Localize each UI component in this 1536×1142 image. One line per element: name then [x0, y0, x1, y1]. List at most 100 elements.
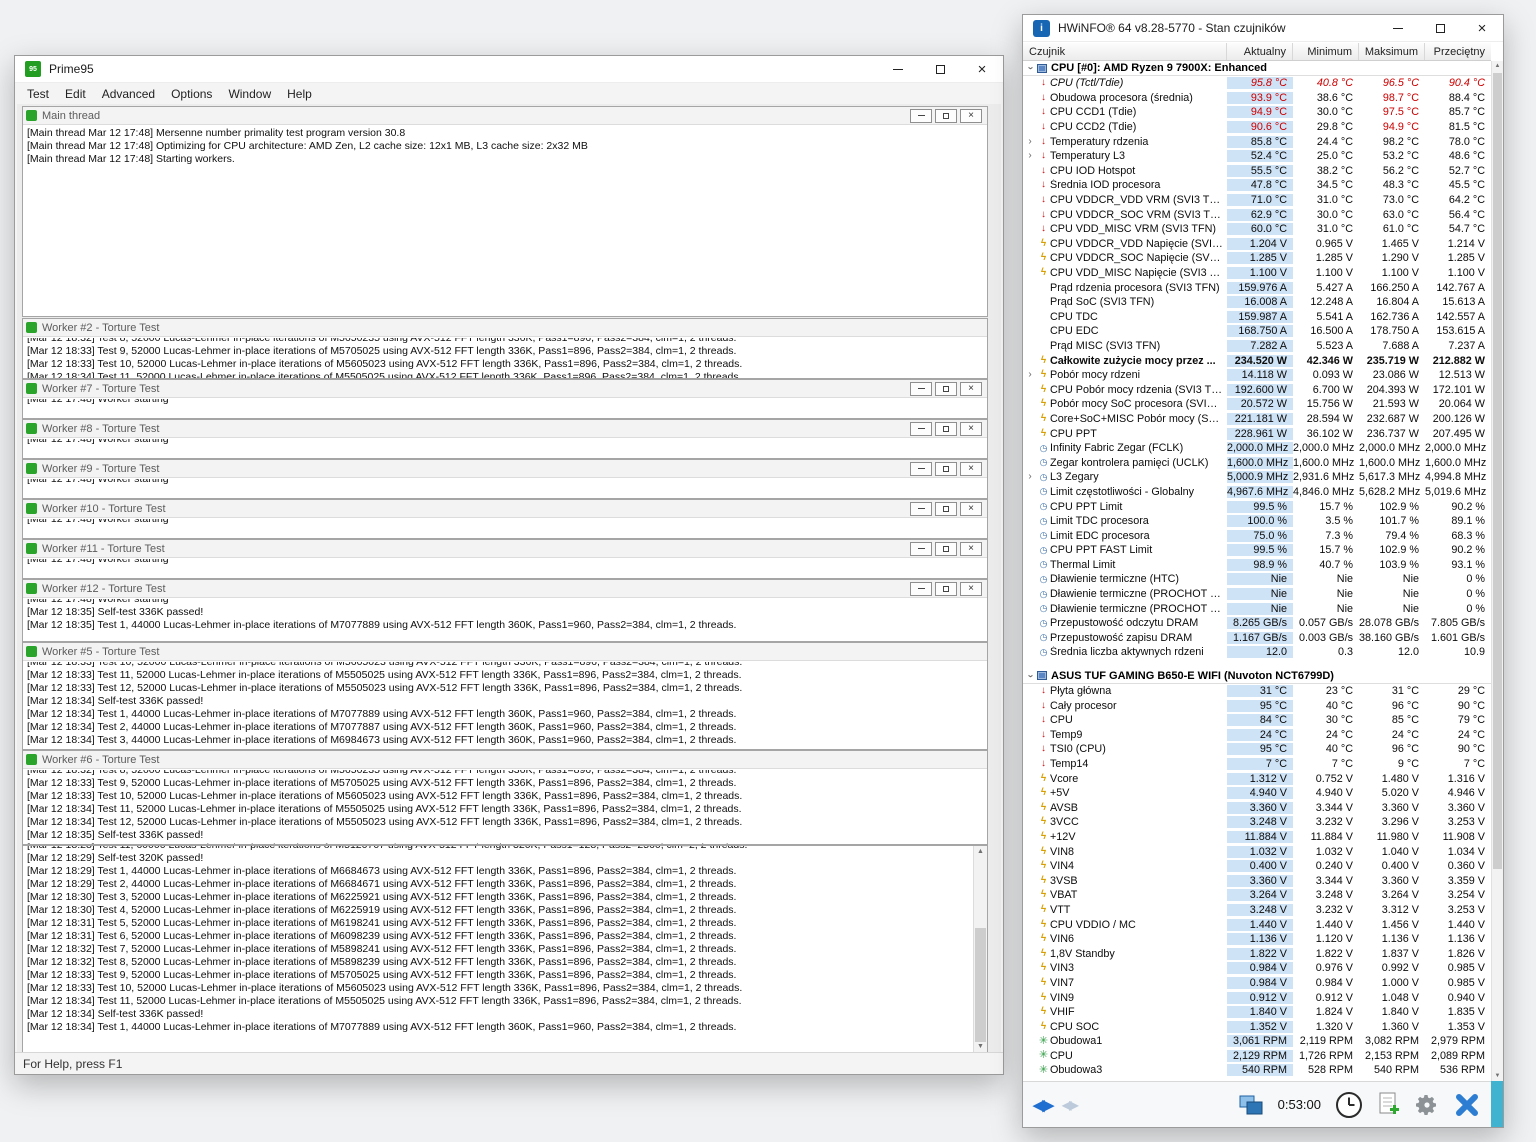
sensor-row[interactable]: ↓Płyta główna31 °C23 °C31 °C29 °C	[1023, 684, 1491, 699]
menu-help[interactable]: Help	[279, 86, 320, 102]
child-window-worker-10[interactable]: Worker #10 - Torture Test × [Mar 12 17:4…	[22, 499, 988, 539]
sensor-row[interactable]: ↓CPU VDDCR_SOC VRM (SVI3 TFN)62.9 °C30.0…	[1023, 207, 1491, 222]
menu-advanced[interactable]: Advanced	[94, 86, 163, 102]
sensor-row[interactable]: ✳Obudowa13,061 RPM2,119 RPM3,082 RPM2,97…	[1023, 1034, 1491, 1049]
sensor-row[interactable]: ϟVIN30.984 V0.976 V0.992 V0.985 V	[1023, 961, 1491, 976]
scroll-down-icon[interactable]: ▼	[1492, 1073, 1503, 1079]
sensor-row[interactable]: ◷Dławienie termiczne (PROCHOT CP...NieNi…	[1023, 587, 1491, 602]
child-window-worker-7[interactable]: Worker #7 - Torture Test × [Mar 12 17:48…	[22, 379, 988, 419]
sensor-row[interactable]: ϟCPU VDDCR_SOC Napięcie (SVI3 T...1.285 …	[1023, 251, 1491, 266]
menu-test[interactable]: Test	[19, 86, 57, 102]
child-restore-button[interactable]	[935, 502, 957, 516]
sensor-row[interactable]: CPU EDC168.750 A16.500 A178.750 A153.615…	[1023, 324, 1491, 339]
sensor-row[interactable]: ϟCPU VDDIO / MC1.440 V1.440 V1.456 V1.44…	[1023, 917, 1491, 932]
child-titlebar[interactable]: Worker #8 - Torture Test ×	[23, 420, 987, 438]
child-window-worker-5[interactable]: Worker #5 - Torture Test [Mar 12 18:33] …	[22, 642, 988, 750]
child-close-button[interactable]: ×	[960, 542, 982, 556]
child-minimize-button[interactable]	[910, 502, 932, 516]
menu-options[interactable]: Options	[163, 86, 220, 102]
sensor-row[interactable]: ◷Dławienie termiczne (PROCHOT EXT)NieNie…	[1023, 601, 1491, 616]
child-restore-button[interactable]	[935, 582, 957, 596]
menu-edit[interactable]: Edit	[57, 86, 94, 102]
child-titlebar[interactable]: Worker #7 - Torture Test ×	[23, 380, 987, 398]
sensor-row[interactable]: ◷Infinity Fabric Zegar (FCLK)2,000.0 MHz…	[1023, 441, 1491, 456]
child-minimize-button[interactable]	[910, 422, 932, 436]
expander-icon[interactable]: ›	[1023, 472, 1037, 482]
child-window-main-thread[interactable]: Main thread × [Main thread Mar 12 17:48]…	[22, 106, 988, 317]
sensor-row[interactable]: ◷Thermal Limit98.9 %40.7 %103.9 %93.1 %	[1023, 558, 1491, 573]
sensor-row[interactable]: ϟPobór mocy SoC procesora (SVI3 ...20.57…	[1023, 397, 1491, 412]
child-minimize-button[interactable]	[910, 582, 932, 596]
sensor-row[interactable]: ϟVIN70.984 V0.984 V1.000 V0.985 V	[1023, 976, 1491, 991]
expander-icon[interactable]: ›	[1023, 137, 1037, 147]
sensor-row[interactable]: ϟCałkowite zużycie mocy przez ...234.520…	[1023, 353, 1491, 368]
log-area[interactable]: [Mar 12 18:32] Test 8, 52000 Lucas-Lehme…	[23, 770, 987, 844]
log-area[interactable]: [Mar 12 17:48] Worker starting	[23, 519, 987, 538]
column-header-maximum[interactable]: Maksimum	[1359, 43, 1425, 60]
sensor-row[interactable]: ϟCPU PPT228.961 W36.102 W236.737 W207.49…	[1023, 426, 1491, 441]
maximize-button[interactable]	[919, 56, 961, 82]
child-titlebar[interactable]: Worker #9 - Torture Test ×	[23, 460, 987, 478]
child-close-button[interactable]: ×	[960, 109, 982, 123]
log-area[interactable]: [Main thread Mar 12 17:48] Mersenne numb…	[23, 126, 987, 316]
log-area[interactable]: [Mar 12 17:48] Worker starting	[23, 439, 987, 458]
sensor-row[interactable]: ϟVBAT3.264 V3.248 V3.264 V3.254 V	[1023, 888, 1491, 903]
sensor-row[interactable]: ↓Cały procesor95 °C40 °C96 °C90 °C	[1023, 698, 1491, 713]
sensor-row[interactable]: ↓CPU VDDCR_VDD VRM (SVI3 TFN)71.0 °C31.0…	[1023, 193, 1491, 208]
sensor-row[interactable]: ◷Dławienie termiczne (HTC)NieNieNie0 %	[1023, 572, 1491, 587]
sensor-row[interactable]: ϟVIN61.136 V1.120 V1.136 V1.136 V	[1023, 932, 1491, 947]
sensor-row[interactable]: ◷CPU PPT FAST Limit99.5 %15.7 %102.9 %90…	[1023, 543, 1491, 558]
child-close-button[interactable]: ×	[960, 462, 982, 476]
sensor-row[interactable]: ›◷L3 Zegary5,000.9 MHz2,931.6 MHz5,617.3…	[1023, 470, 1491, 485]
nav-arrows-button[interactable]: ◀▶	[1033, 1096, 1052, 1114]
sensor-row[interactable]: ϟVIN40.400 V0.240 V0.400 V0.360 V	[1023, 859, 1491, 874]
sensor-scrollbar[interactable]: ▲ ▼	[1491, 61, 1503, 1081]
child-window-worker-11[interactable]: Worker #11 - Torture Test × [Mar 12 17:4…	[22, 539, 988, 579]
sensor-row[interactable]: ›ϟPobór mocy rdzeni14.118 W0.093 W23.086…	[1023, 368, 1491, 383]
child-minimize-button[interactable]	[910, 382, 932, 396]
child-titlebar[interactable]: Worker #11 - Torture Test ×	[23, 540, 987, 558]
sensor-row[interactable]: ✳CPU2,129 RPM1,726 RPM2,153 RPM2,089 RPM	[1023, 1049, 1491, 1064]
sensor-row[interactable]: ϟCPU VDDCR_VDD Napięcie (SVI3 TFN)1.204 …	[1023, 237, 1491, 252]
scrollbar-thumb[interactable]	[975, 928, 986, 1041]
sensor-row[interactable]: ϟVcore1.312 V0.752 V1.480 V1.316 V	[1023, 771, 1491, 786]
child-close-button[interactable]: ×	[960, 422, 982, 436]
sensor-row[interactable]: ↓Średnia IOD procesora47.8 °C34.5 °C48.3…	[1023, 178, 1491, 193]
sensor-row[interactable]: ϟVIN81.032 V1.032 V1.040 V1.034 V	[1023, 844, 1491, 859]
sensor-row[interactable]: ◷Limit EDC procesora75.0 %7.3 %79.4 %68.…	[1023, 528, 1491, 543]
sensor-row[interactable]: ϟCore+SoC+MISC Pobór mocy (SVI...221.181…	[1023, 412, 1491, 427]
sensor-row[interactable]: ↓TSI0 (CPU)95 °C40 °C96 °C90 °C	[1023, 742, 1491, 757]
child-restore-button[interactable]	[935, 422, 957, 436]
close-sensors-button[interactable]	[1453, 1091, 1481, 1119]
child-titlebar[interactable]: Worker #2 - Torture Test	[23, 319, 987, 337]
column-header-minimum[interactable]: Minimum	[1293, 43, 1359, 60]
scrollbar-thumb[interactable]	[1493, 73, 1502, 869]
log-area[interactable]: [Mar 12 18:33] Test 10, 52000 Lucas-Lehm…	[23, 662, 987, 749]
child-restore-button[interactable]	[935, 462, 957, 476]
column-header-sensor[interactable]: Czujnik	[1023, 43, 1227, 60]
sensor-row[interactable]: ϟAVSB3.360 V3.344 V3.360 V3.360 V	[1023, 801, 1491, 816]
child-titlebar[interactable]: Worker #6 - Torture Test	[23, 751, 987, 769]
child-window-worker-1[interactable]: [Mar 12 18:28] Test 11, 60000 Lucas-Lehm…	[22, 845, 988, 1052]
sensor-row[interactable]: ϟCPU SOC1.352 V1.320 V1.360 V1.353 V	[1023, 1019, 1491, 1034]
child-window-worker-9[interactable]: Worker #9 - Torture Test × [Mar 12 17:48…	[22, 459, 988, 499]
child-restore-button[interactable]	[935, 542, 957, 556]
expander-icon[interactable]: ›	[1023, 370, 1037, 380]
column-header-average[interactable]: Przeciętny	[1425, 43, 1491, 60]
sensor-group-header[interactable]: ›ASUS TUF GAMING B650-E WIFI (Nuvoton NC…	[1023, 669, 1491, 684]
collapse-chevron-icon[interactable]: ›	[1025, 61, 1035, 75]
sensor-row[interactable]: ϟVHIF1.840 V1.824 V1.840 V1.835 V	[1023, 1005, 1491, 1020]
sensor-row[interactable]: ✳Obudowa3540 RPM528 RPM540 RPM536 RPM	[1023, 1063, 1491, 1078]
sensor-row[interactable]: ϟ3VSB3.360 V3.344 V3.360 V3.359 V	[1023, 873, 1491, 888]
child-window-worker-2[interactable]: Worker #2 - Torture Test [Mar 12 18:32] …	[22, 318, 988, 379]
child-titlebar[interactable]: Worker #5 - Torture Test	[23, 643, 987, 661]
sensor-row[interactable]: ϟCPU VDD_MISC Napięcie (SVI3 TFN)1.100 V…	[1023, 266, 1491, 281]
child-close-button[interactable]: ×	[960, 502, 982, 516]
maximize-button[interactable]	[1419, 15, 1461, 41]
sensor-row[interactable]: ◷Zegar kontrolera pamięci (UCLK)1,600.0 …	[1023, 455, 1491, 470]
child-restore-button[interactable]	[935, 109, 957, 123]
scroll-up-icon[interactable]: ▲	[1492, 63, 1503, 69]
sensor-row[interactable]: CPU TDC159.987 A5.541 A162.736 A142.557 …	[1023, 310, 1491, 325]
sensor-row[interactable]: ↓CPU (Tctl/Tdie)95.8 °C40.8 °C96.5 °C90.…	[1023, 76, 1491, 91]
sensor-windows-icon[interactable]	[1238, 1093, 1264, 1117]
